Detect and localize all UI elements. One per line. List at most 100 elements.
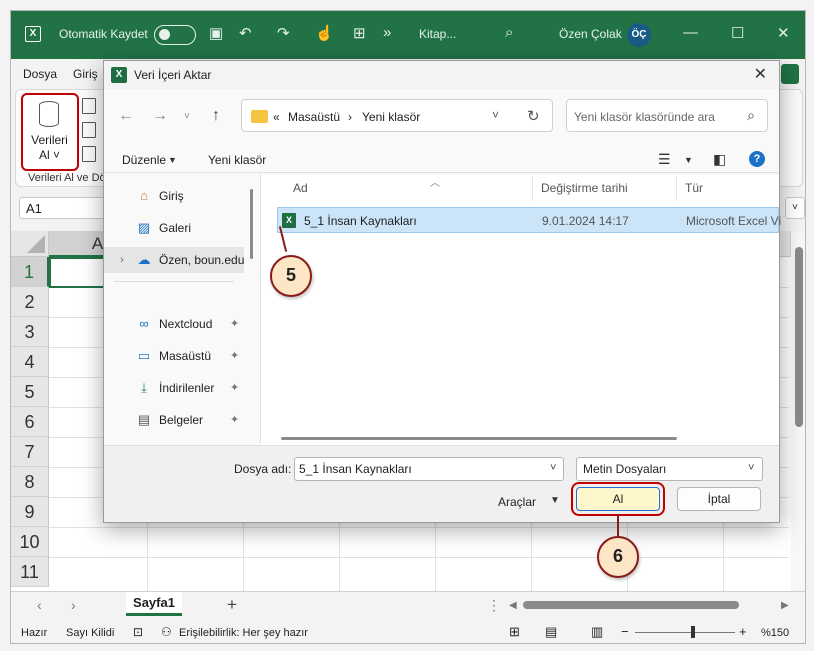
redo-icon[interactable]: ↷ (277, 24, 290, 42)
next-sheet-icon[interactable]: › (71, 597, 76, 613)
page-layout-icon[interactable]: ▤ (545, 624, 557, 640)
normal-view-icon[interactable]: ⊞ (509, 624, 520, 640)
nav-item-nextcloud[interactable]: ∞ Nextcloud ✦ (104, 311, 244, 337)
horizontal-scroll-thumb[interactable] (523, 601, 739, 609)
file-row[interactable]: X 5_1 İnsan Kaynakları 9.01.2024 14:17 M… (277, 207, 781, 233)
address-dropdown-icon[interactable]: ˅ (492, 108, 499, 122)
filename-dropdown-icon[interactable]: ˅ (550, 462, 556, 474)
zoom-out-icon[interactable]: − (621, 624, 629, 639)
view-dropdown-icon[interactable]: ▼ (684, 155, 693, 165)
filename-input[interactable]: 5_1 İnsan Kaynakları (294, 457, 564, 481)
organize-dropdown-icon[interactable]: ▼ (168, 155, 177, 165)
vertical-scrollbar[interactable] (791, 231, 805, 593)
nav-item-downloads[interactable]: ⤓ İndirilenler ✦ (104, 375, 244, 401)
breadcrumb-desktop[interactable]: Masaüstü (288, 110, 340, 124)
filetype-dropdown-icon[interactable]: ˅ (748, 462, 754, 474)
preview-pane-icon[interactable]: ◧ (713, 151, 726, 168)
column-type[interactable]: Tür (677, 175, 779, 201)
zoom-level[interactable]: %150 (761, 627, 789, 639)
filetype-select[interactable]: Metin Dosyaları (576, 457, 763, 481)
sheet-tab[interactable]: Sayfa1 (126, 592, 182, 616)
from-table-icon[interactable] (82, 146, 96, 162)
more-icon[interactable]: » (383, 24, 391, 41)
refresh-icon[interactable]: ↻ (527, 107, 540, 125)
tools-menu[interactable]: Araçlar (498, 495, 536, 509)
name-box[interactable]: A1 (19, 197, 109, 219)
page-break-icon[interactable]: ▥ (591, 624, 603, 640)
add-sheet-button[interactable]: + (227, 595, 237, 615)
row-header[interactable]: 7 (11, 437, 49, 467)
close-icon[interactable]: ✕ (777, 24, 790, 42)
new-folder-button[interactable]: Yeni klasör (208, 153, 266, 167)
back-icon[interactable]: ← (118, 107, 134, 125)
cancel-button[interactable]: İptal (677, 487, 761, 511)
up-icon[interactable]: ↑ (212, 107, 220, 125)
nav-item-desktop[interactable]: ▭ Masaüstü ✦ (104, 343, 244, 369)
share-button[interactable] (781, 64, 799, 84)
open-button[interactable]: Al (576, 487, 660, 511)
organize-button[interactable]: Düzenle (122, 153, 166, 167)
forward-icon[interactable]: → (152, 107, 168, 125)
zoom-knob[interactable] (691, 626, 695, 638)
row-header[interactable]: 11 (11, 557, 49, 587)
row-header[interactable]: 2 (11, 287, 49, 317)
maximize-icon[interactable]: ☐ (731, 24, 744, 42)
autosave-toggle[interactable] (154, 25, 196, 45)
nav-item-onedrive[interactable]: › ☁ Özen, boun.edu (104, 247, 244, 273)
scroll-right-icon[interactable]: ▶ (781, 600, 789, 611)
pin-icon[interactable]: ✦ (230, 349, 239, 362)
view-options-icon[interactable]: ☰ (658, 151, 671, 168)
scroll-left-icon[interactable]: ◀ (509, 600, 517, 611)
row-header[interactable]: 8 (11, 467, 49, 497)
user-name[interactable]: Özen Çolak (559, 27, 622, 41)
help-icon[interactable]: ? (749, 151, 765, 167)
sheet-options-icon[interactable]: ⋮ (487, 597, 501, 614)
row-header[interactable]: 3 (11, 317, 49, 347)
expand-chevron-icon[interactable]: › (114, 252, 130, 268)
row-header-1[interactable]: 1 (11, 257, 49, 287)
nav-item-documents[interactable]: ▤ Belgeler ✦ (104, 407, 244, 433)
vertical-scroll-thumb[interactable] (795, 247, 803, 427)
row-header[interactable]: 5 (11, 377, 49, 407)
address-bar[interactable]: « Masaüstü › Yeni klasör ˅ ↻ (241, 99, 553, 132)
pin-icon[interactable]: ✦ (230, 413, 239, 426)
breadcrumb-overflow[interactable]: « (273, 110, 280, 124)
from-text-icon[interactable] (82, 98, 96, 114)
close-icon[interactable]: ✕ (754, 64, 767, 84)
status-accessibility[interactable]: Erişilebilirlik: Her şey hazır (179, 627, 308, 639)
avatar[interactable]: ÖÇ (627, 23, 651, 47)
tools-dropdown-icon[interactable]: ▼ (550, 495, 560, 506)
prev-sheet-icon[interactable]: ‹ (37, 597, 42, 613)
row-header[interactable]: 6 (11, 407, 49, 437)
row-header[interactable]: 4 (11, 347, 49, 377)
expand-formula-icon[interactable]: ˅ (785, 197, 805, 219)
zoom-slider[interactable] (635, 632, 735, 633)
breadcrumb-new-folder[interactable]: Yeni klasör (362, 110, 420, 124)
menu-home[interactable]: Giriş (73, 67, 98, 81)
recent-locations-icon[interactable]: ˅ (184, 111, 190, 122)
column-name[interactable]: ︿ Ad (285, 175, 533, 201)
from-web-icon[interactable] (82, 122, 96, 138)
column-modified[interactable]: Değiştirme tarihi (533, 175, 677, 201)
save-icon[interactable]: ▣ (209, 24, 223, 42)
get-data-button[interactable]: Verileri Al ˅ (21, 93, 79, 171)
macro-record-icon[interactable]: ⊡ (133, 625, 143, 639)
horizontal-scroll-thumb[interactable] (281, 437, 677, 440)
row-header[interactable]: 10 (11, 527, 49, 557)
pin-icon[interactable]: ✦ (230, 381, 239, 394)
pin-icon[interactable]: ✦ (230, 317, 239, 330)
undo-icon[interactable]: ↶ (239, 24, 252, 42)
customize-icon[interactable]: ⊞ (353, 24, 366, 42)
minimize-icon[interactable]: — (683, 24, 698, 41)
search-icon[interactable]: ⌕ (747, 107, 755, 124)
menu-file[interactable]: Dosya (23, 67, 57, 81)
nav-scroll-thumb[interactable] (250, 189, 253, 259)
row-header[interactable]: 9 (11, 497, 49, 527)
accessibility-icon[interactable]: ⚇ (161, 625, 172, 639)
nav-item-home[interactable]: ⌂ Giriş (104, 183, 244, 209)
select-all-button[interactable] (11, 231, 49, 257)
zoom-in-icon[interactable]: + (739, 624, 747, 639)
search-icon[interactable]: ⌕ (505, 24, 513, 41)
touch-mode-icon[interactable]: ☝ (315, 24, 334, 42)
nav-item-gallery[interactable]: ▨ Galeri (104, 215, 244, 241)
